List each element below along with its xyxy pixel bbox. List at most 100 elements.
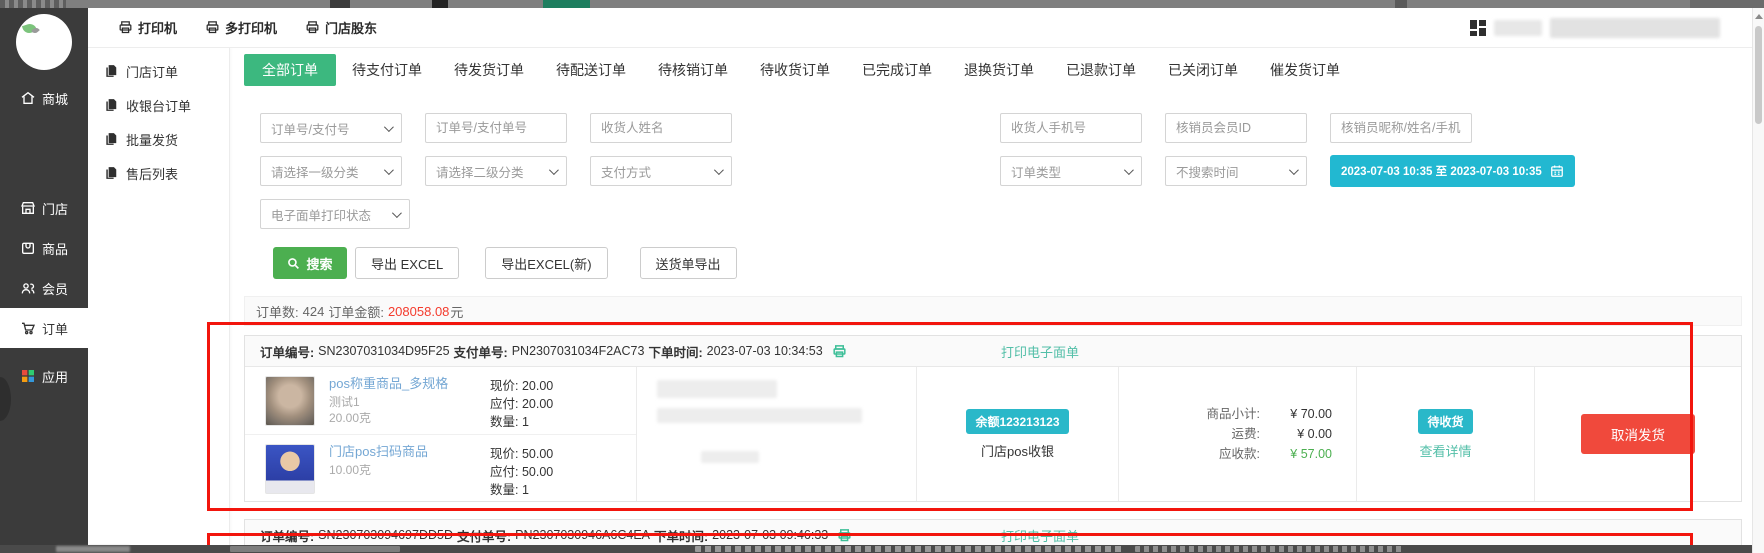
sidebar-item-goods[interactable]: 商品 [0, 228, 88, 268]
multi-printer-button[interactable]: 多打印机 [205, 18, 277, 37]
tab-pending-delivery[interactable]: 待配送订单 [540, 54, 642, 86]
order-no-label: 订单编号: [260, 526, 314, 545]
order-card-body: pos称重商品_多规格 测试1 20.00克 现价: 20.00 应付: 20.… [245, 367, 1741, 501]
order-payment-column: 余额123213123 门店pos收银 [917, 367, 1119, 501]
submenu-item-cashier-orders[interactable]: 收银台订单 [88, 90, 229, 120]
view-details-link[interactable]: 查看详情 [1419, 441, 1471, 460]
delivery-note-export-button[interactable]: 送货单导出 [640, 247, 737, 279]
select-value: 不搜索时间 [1176, 162, 1239, 181]
product-quantity: 数量: 1 [490, 481, 596, 499]
export-excel-button[interactable]: 导出 EXCEL [355, 247, 459, 279]
order-management-screen: 商城 门店 商品 会员 订单 应用 打印机 多打印机 [0, 0, 1764, 553]
order-no-label: 订单编号: [260, 342, 314, 361]
redacted-customer-info [701, 451, 759, 463]
verifier-name-input[interactable] [1330, 113, 1472, 143]
orders-amount-label: 订单金额: [328, 302, 384, 321]
date-range-button[interactable]: 2023-07-03 10:35 至 2023-07-03 10:35 [1330, 155, 1575, 187]
redacted-username [1494, 20, 1542, 36]
sidebar-item-label: 会员 [42, 279, 68, 298]
product-name-link[interactable]: pos称重商品_多规格 [329, 376, 479, 392]
product-image[interactable] [265, 444, 315, 494]
order-time-value: 2023-07-03 09:46:33 [712, 528, 828, 542]
cancel-shipment-button[interactable]: 取消发货 [1581, 414, 1695, 454]
product-weight: 20.00克 [329, 410, 479, 426]
pay-no-value: PN2307030946A6C4EA [515, 528, 650, 542]
sidebar-item-orders[interactable]: 订单 [0, 308, 88, 348]
receivable-label: 应收款: [1219, 444, 1260, 464]
tab-pending-verification[interactable]: 待核销订单 [642, 54, 744, 86]
tab-pending-receipt[interactable]: 待收货订单 [744, 54, 846, 86]
sidebar-item-apps[interactable]: 应用 [0, 356, 88, 396]
browser-tab-fragment [1395, 0, 1407, 8]
document-icon [104, 98, 118, 112]
time-search-select[interactable]: 不搜索时间 [1165, 156, 1307, 186]
payment-method-select[interactable]: 支付方式 [590, 156, 732, 186]
select-value: 订单号/支付号 [271, 119, 349, 138]
tab-completed[interactable]: 已完成订单 [846, 54, 948, 86]
cart-icon [20, 320, 36, 336]
avatar[interactable] [16, 14, 72, 70]
search-button[interactable]: 搜索 [273, 247, 347, 279]
print-ewaybill-link[interactable]: 打印电子面单 [1001, 342, 1079, 361]
tab-closed[interactable]: 已关闭订单 [1152, 54, 1254, 86]
vertical-scrollbar[interactable] [1752, 8, 1764, 553]
category-level1-select[interactable]: 请选择一级分类 [260, 156, 402, 186]
order-filters: 订单号/支付号 请选择一级分类 请选择二级分类 [260, 113, 1750, 229]
tab-refunded[interactable]: 已退款订单 [1050, 54, 1152, 86]
scrollbar-thumb[interactable] [1755, 26, 1762, 124]
order-card-header: 订单编号: SN2307031034D95F25 支付单号: PN2307031… [245, 336, 1741, 367]
order-no-value: SN2307031034D95F25 [318, 344, 449, 358]
print-ewaybill-link[interactable]: 打印电子面单 [1001, 526, 1079, 545]
order-time-value: 2023-07-03 10:34:53 [707, 344, 823, 358]
submenu-item-store-orders[interactable]: 门店订单 [88, 56, 229, 86]
receiver-phone-input[interactable] [1000, 113, 1142, 143]
apps-grid-icon[interactable] [1470, 20, 1486, 36]
submenu-item-batch-ship[interactable]: 批量发货 [88, 124, 229, 154]
printer-icon [205, 20, 220, 35]
document-icon [104, 64, 118, 78]
redacted-taskbar-text [56, 546, 130, 552]
print-order-icon-button[interactable] [832, 344, 847, 359]
tab-pending-shipment[interactable]: 待发货订单 [438, 54, 540, 86]
tab-all-orders[interactable]: 全部订单 [244, 54, 336, 86]
balance-payment-badge: 余额123213123 [966, 409, 1068, 434]
store-shareholder-button[interactable]: 门店股东 [305, 18, 377, 37]
submenu-item-aftersales-list[interactable]: 售后列表 [88, 158, 229, 188]
printer-icon [837, 528, 852, 543]
shipping-value: ¥ 0.00 [1260, 424, 1332, 444]
tab-pending-payment[interactable]: 待支付订单 [336, 54, 438, 86]
product-row: pos称重商品_多规格 测试1 20.00克 现价: 20.00 应付: 20.… [245, 367, 636, 434]
sidebar-item-store[interactable]: 门店 [0, 188, 88, 228]
select-value: 支付方式 [601, 162, 651, 181]
taskbar-segment [230, 546, 400, 552]
receiver-name-input[interactable] [590, 113, 732, 143]
order-summary-bar: 订单数: 424 订单金额: 208058.08 元 [244, 296, 1742, 326]
redacted-taskbar-text [695, 546, 1125, 552]
redacted-customer-address [657, 408, 862, 423]
scrollbar-up-arrow[interactable] [1755, 14, 1763, 19]
category-level2-select[interactable]: 请选择二级分类 [425, 156, 567, 186]
tab-urge-shipment[interactable]: 催发货订单 [1254, 54, 1356, 86]
order-pay-no-input[interactable] [425, 113, 567, 143]
orders-amount-value: 208058.08 [388, 304, 449, 319]
browser-tab-fragment [330, 0, 350, 8]
sidebar-item-mall[interactable]: 商城 [0, 78, 88, 118]
calendar-icon [1550, 164, 1564, 178]
tab-return-exchange[interactable]: 退换货订单 [948, 54, 1050, 86]
product-name-link[interactable]: 门店pos扫码商品 [329, 444, 479, 460]
order-type-select[interactable]: 订单类型 [1000, 156, 1142, 186]
waybill-print-status-select[interactable]: 电子面单打印状态 [260, 199, 410, 229]
sidebar-item-members[interactable]: 会员 [0, 268, 88, 308]
verifier-member-id-input[interactable] [1165, 113, 1307, 143]
order-no-type-select[interactable]: 订单号/支付号 [260, 113, 402, 143]
redacted-customer-name [657, 380, 777, 398]
product-image[interactable] [265, 376, 315, 426]
topbar-user-area [1470, 8, 1720, 48]
printer-button[interactable]: 打印机 [118, 18, 177, 37]
printer-icon [305, 20, 320, 35]
product-price-block: 现价: 20.00 应付: 20.00 数量: 1 [490, 376, 596, 434]
pay-no-label: 支付单号: [457, 526, 511, 545]
subtotal-row: 商品小计: ¥ 70.00 [1119, 404, 1332, 424]
print-order-icon-button[interactable] [837, 528, 852, 543]
export-excel-new-button[interactable]: 导出EXCEL(新) [485, 247, 607, 279]
